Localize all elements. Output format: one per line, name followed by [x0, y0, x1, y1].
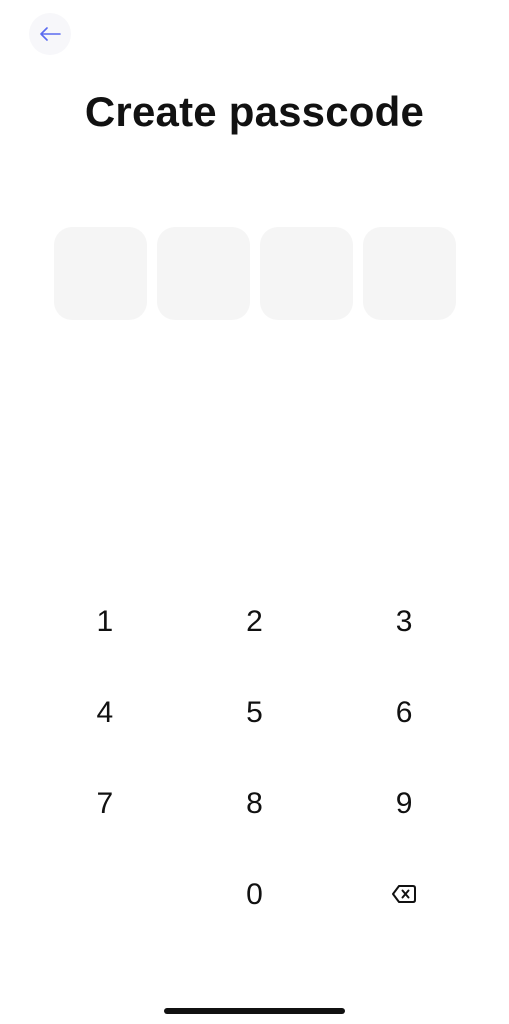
key-5[interactable]: 5	[180, 667, 330, 758]
key-0[interactable]: 0	[180, 849, 330, 940]
passcode-digit-box-3	[260, 227, 353, 320]
key-9[interactable]: 9	[329, 758, 479, 849]
numeric-keypad: 1 2 3 4 5 6 7 8 9 0	[30, 576, 479, 940]
back-button[interactable]	[29, 13, 71, 55]
arrow-left-icon	[39, 27, 61, 41]
passcode-digit-box-1	[54, 227, 147, 320]
key-3[interactable]: 3	[329, 576, 479, 667]
key-empty	[30, 849, 180, 940]
passcode-digit-box-2	[157, 227, 250, 320]
backspace-icon	[391, 878, 417, 912]
passcode-digit-box-4	[363, 227, 456, 320]
key-1[interactable]: 1	[30, 576, 180, 667]
page-title: Create passcode	[84, 88, 425, 135]
key-4[interactable]: 4	[30, 667, 180, 758]
passcode-digit-boxes	[54, 227, 456, 320]
key-7[interactable]: 7	[30, 758, 180, 849]
delete-button[interactable]	[329, 849, 479, 940]
home-indicator	[164, 1008, 345, 1014]
key-8[interactable]: 8	[180, 758, 330, 849]
key-2[interactable]: 2	[180, 576, 330, 667]
key-6[interactable]: 6	[329, 667, 479, 758]
create-passcode-screen: Create passcode 1 2 3 4 5 6 7 8 9 0	[0, 0, 509, 1024]
